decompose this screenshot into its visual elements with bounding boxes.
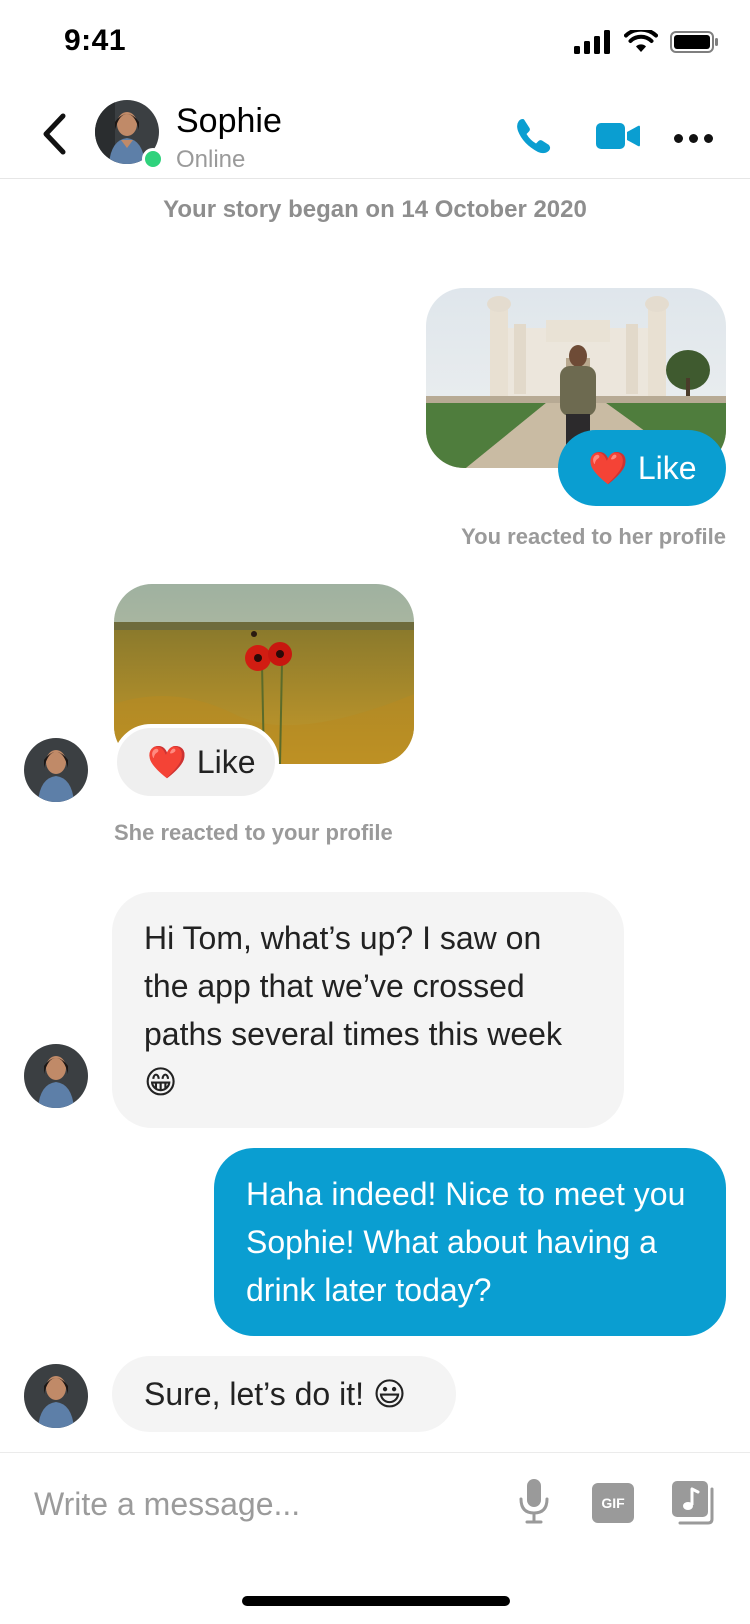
like-label: Like <box>196 743 256 780</box>
chat-header: Sophie Online <box>0 92 750 179</box>
video-camera-icon <box>596 123 640 149</box>
status-icons <box>574 30 720 54</box>
more-dot <box>703 133 713 143</box>
message-composer: GIF <box>0 1452 750 1553</box>
sophie-avatar[interactable] <box>24 738 88 802</box>
sophie-avatar[interactable] <box>24 1364 88 1428</box>
outgoing-reaction-caption: You reacted to her profile <box>461 524 726 549</box>
outgoing-message[interactable]: Haha indeed! Nice to meet you Sophie! Wh… <box>214 1148 726 1336</box>
call-button[interactable] <box>510 112 558 160</box>
like-label: Like <box>637 449 697 486</box>
heart-icon: ❤️ <box>588 450 628 486</box>
more-dots-icon <box>673 133 683 143</box>
media-library-icon <box>672 1481 714 1525</box>
media-library-button[interactable] <box>672 1481 716 1525</box>
sophie-avatar[interactable] <box>24 1044 88 1108</box>
back-chevron-icon <box>43 113 66 155</box>
gif-icon: GIF <box>601 1495 625 1511</box>
online-indicator <box>142 148 164 170</box>
contact-name[interactable]: Sophie <box>176 102 282 141</box>
gif-button[interactable]: GIF <box>592 1483 634 1523</box>
contact-status: Online <box>176 146 246 173</box>
signal-icon <box>574 30 610 54</box>
incoming-message[interactable]: Hi Tom, what’s up? I saw on the app that… <box>112 892 624 1128</box>
more-dot <box>688 133 698 143</box>
heart-icon: ❤️ <box>147 744 187 780</box>
story-began-label: Your story began on 14 October 2020 <box>163 196 587 223</box>
more-options-button[interactable] <box>668 118 718 158</box>
battery-icon <box>670 31 718 53</box>
outgoing-like-reaction[interactable]: ❤️ Like <box>558 430 726 506</box>
incoming-like-reaction[interactable]: ❤️ Like <box>113 724 279 800</box>
voice-message-button[interactable] <box>516 1479 552 1527</box>
microphone-icon <box>519 1479 549 1524</box>
back-button[interactable] <box>36 110 72 158</box>
incoming-reaction-caption: She reacted to your profile <box>114 820 393 845</box>
status-time: 9:41 <box>64 24 127 57</box>
message-input[interactable] <box>32 1475 496 1533</box>
incoming-message[interactable]: Sure, let’s do it! 😃 <box>112 1356 456 1432</box>
home-indicator <box>242 1596 510 1606</box>
video-call-button[interactable] <box>590 114 646 158</box>
wifi-icon <box>624 30 658 52</box>
phone-icon <box>517 119 551 154</box>
